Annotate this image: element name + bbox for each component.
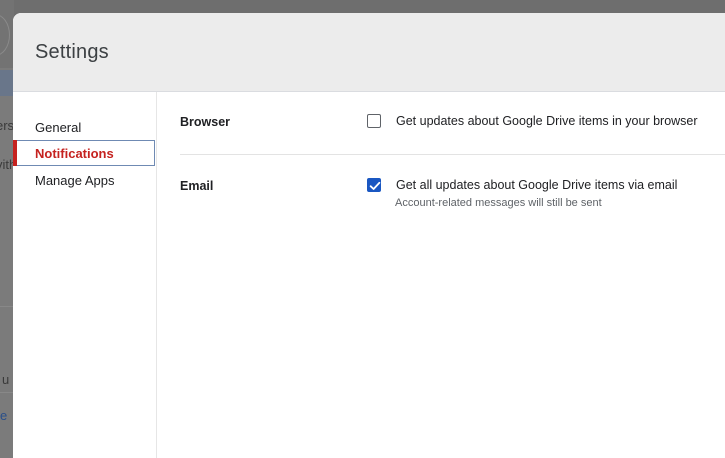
background-divider: [0, 306, 14, 307]
background-button: [0, 70, 14, 96]
checkmark-icon: [369, 181, 381, 190]
sidebar-item-label: Notifications: [35, 145, 114, 161]
email-updates-subtext: Account-related messages will still be s…: [395, 197, 602, 209]
sidebar-item-label: General: [35, 119, 82, 135]
email-label: Email: [180, 179, 214, 193]
background-text: vith: [0, 157, 14, 172]
background-app: ers vith u e: [0, 0, 14, 458]
browser-updates-checkbox[interactable]: [367, 114, 381, 128]
dialog-body: General Notifications Manage Apps Browse…: [13, 92, 725, 458]
dialog-title: Settings: [35, 40, 109, 63]
background-link: e: [0, 408, 8, 423]
sidebar-item-label: Manage Apps: [35, 172, 115, 188]
background-text: ers: [0, 118, 14, 133]
settings-dialog: Settings General Notifications Manage Ap…: [13, 13, 725, 458]
settings-sidebar: General Notifications Manage Apps: [13, 92, 157, 458]
sidebar-item-notifications[interactable]: Notifications: [13, 140, 155, 166]
notifications-panel: Browser Get updates about Google Drive i…: [180, 92, 725, 458]
section-divider: [180, 154, 725, 155]
browser-updates-text: Get updates about Google Drive items in …: [396, 114, 698, 128]
background-text: u: [2, 372, 10, 387]
browser-label: Browser: [180, 115, 231, 129]
dialog-header: Settings: [13, 13, 725, 92]
sidebar-item-manage-apps[interactable]: Manage Apps: [13, 167, 155, 193]
email-updates-checkbox[interactable]: [367, 178, 381, 192]
sidebar-item-general[interactable]: General: [13, 114, 155, 140]
email-updates-text: Get all updates about Google Drive items…: [396, 178, 678, 192]
background-divider: [0, 392, 14, 393]
